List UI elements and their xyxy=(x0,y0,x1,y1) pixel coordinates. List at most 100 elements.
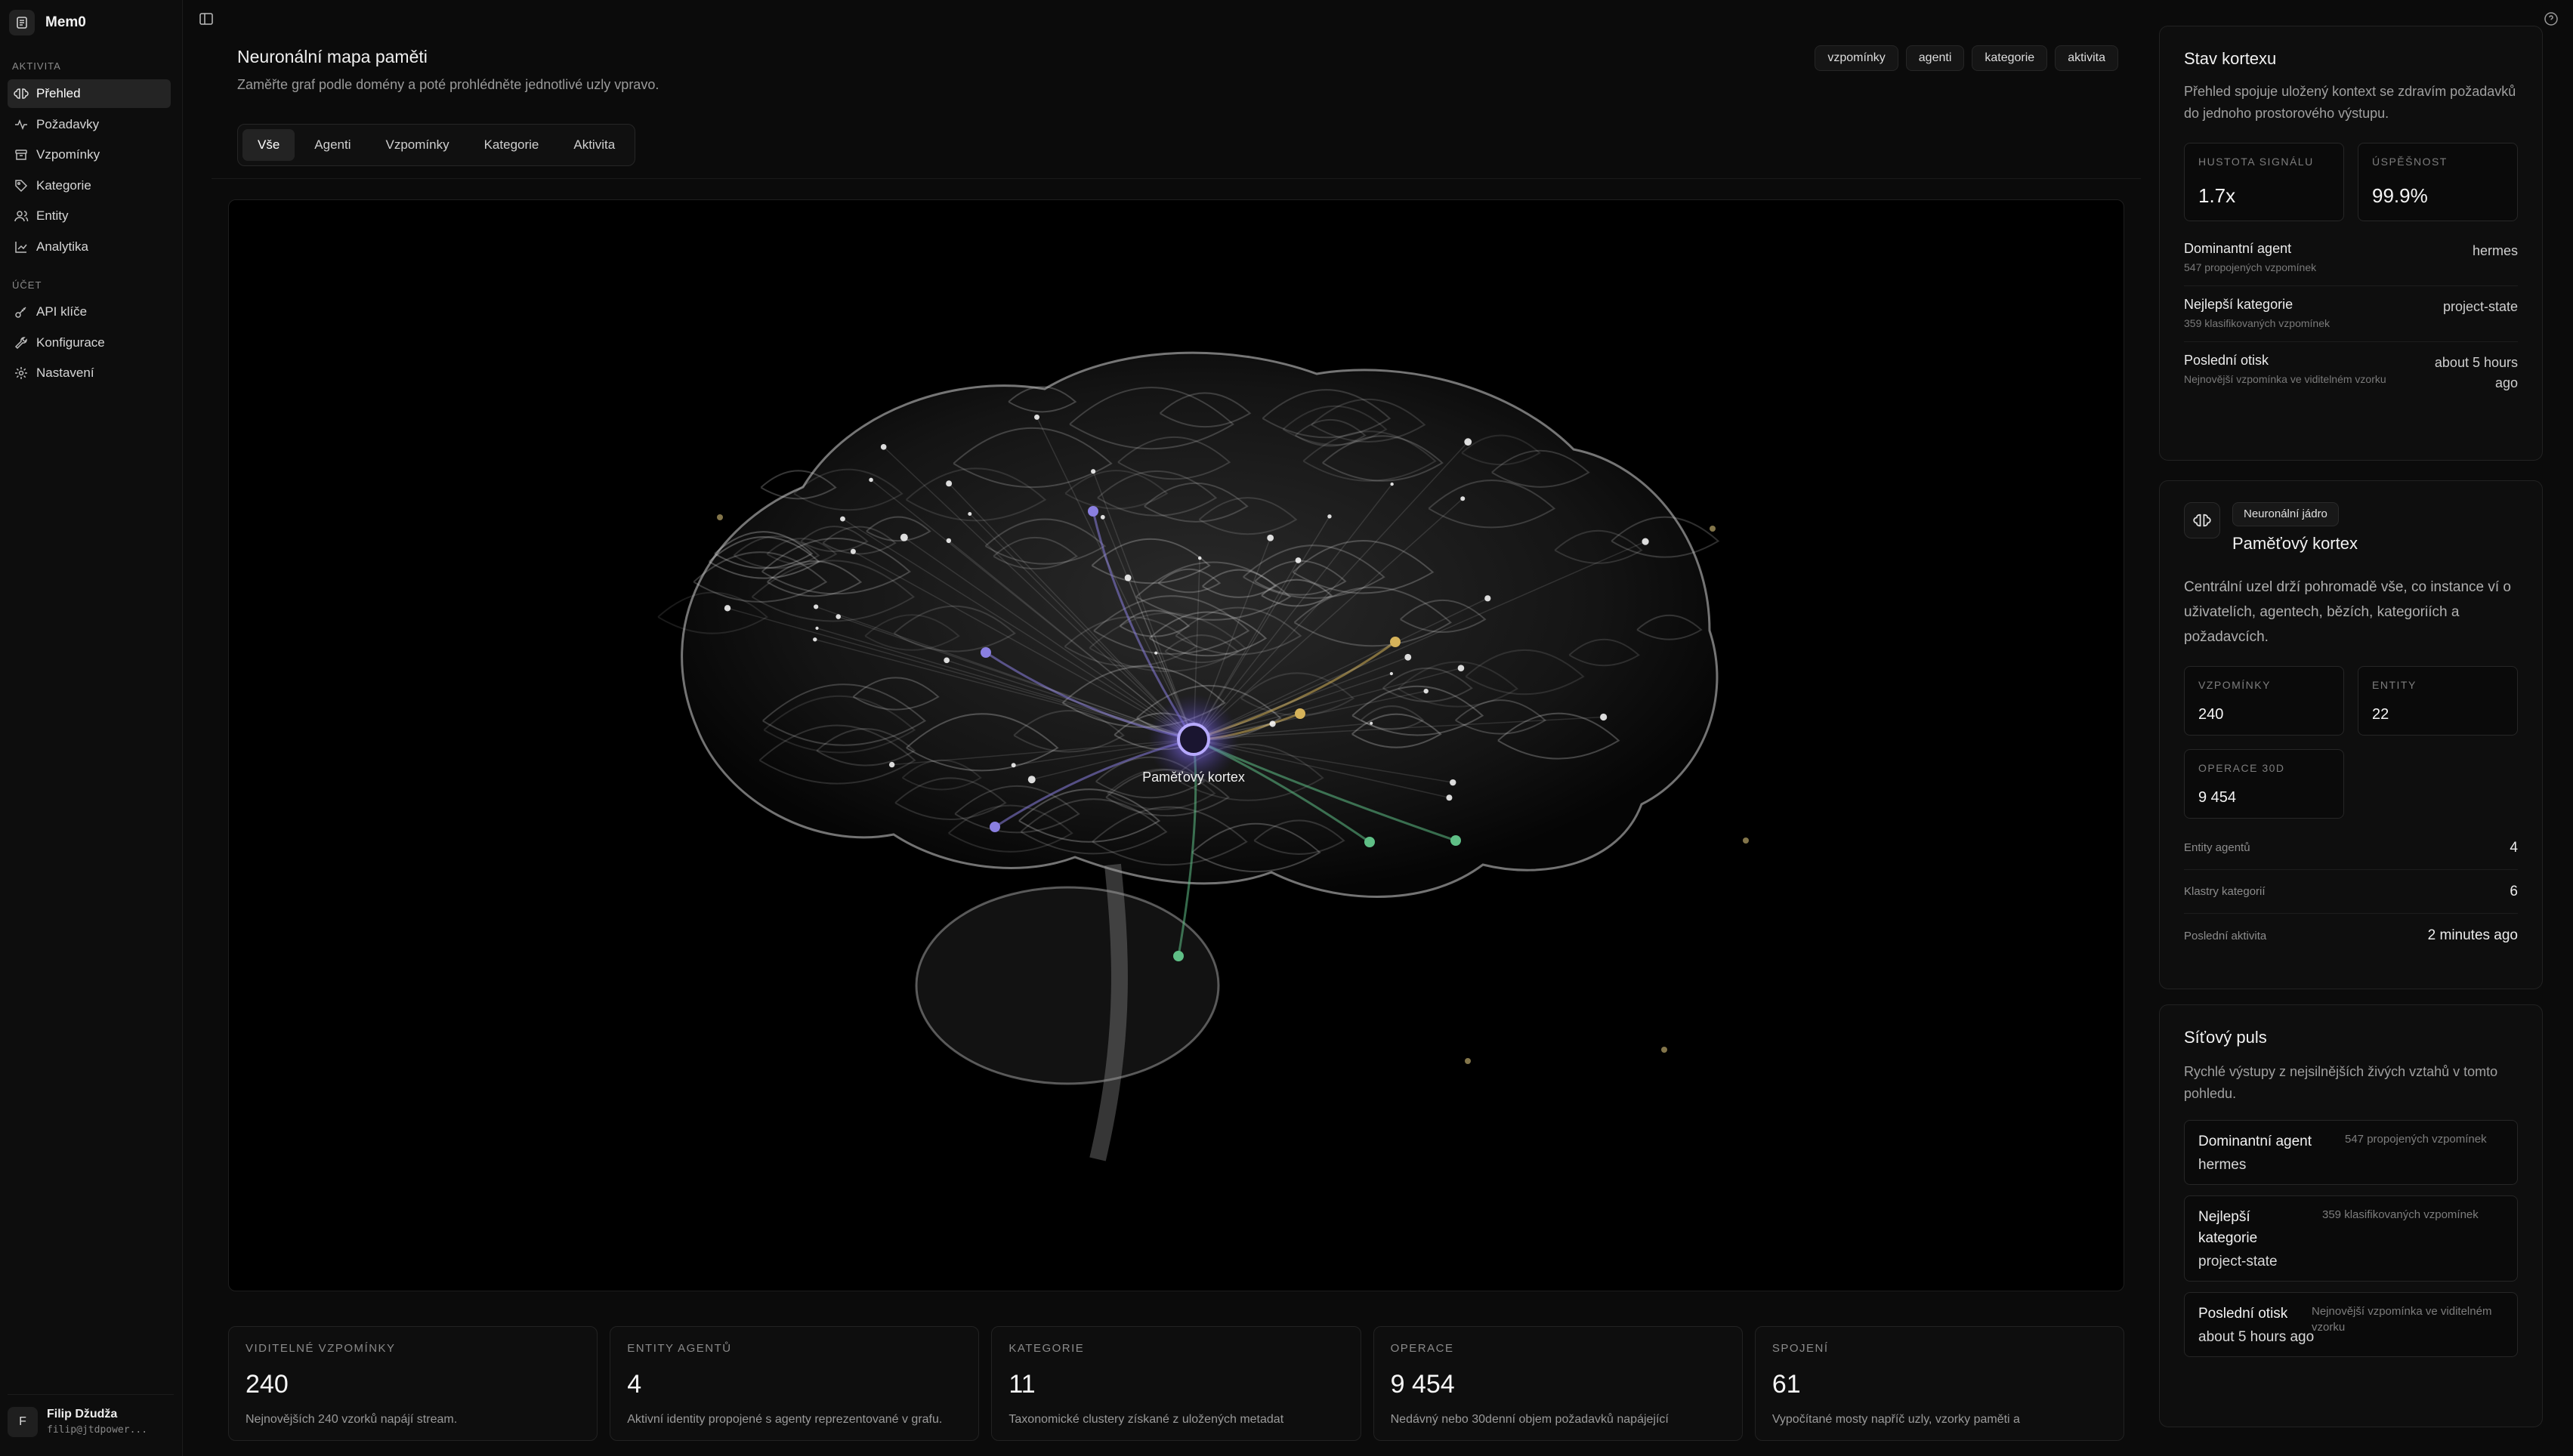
graph-node[interactable] xyxy=(1661,1047,1667,1053)
nav-account: API klíče Konfigurace Nastavení xyxy=(8,298,171,390)
graph-node[interactable] xyxy=(1423,688,1429,694)
graph-node[interactable] xyxy=(1295,708,1305,719)
brand[interactable]: Mem0 xyxy=(9,6,86,39)
stat-card-agent-entities: ENTITY AGENTŮ 4 Aktivní identity propoje… xyxy=(610,1326,980,1441)
graph-node[interactable] xyxy=(1465,1058,1471,1064)
graph-node[interactable] xyxy=(1450,835,1461,846)
graph-node[interactable] xyxy=(1100,514,1105,520)
sidebar-item-vzpominky[interactable]: Vzpomínky xyxy=(8,140,171,169)
graph-node[interactable] xyxy=(1464,438,1472,446)
pulse-item[interactable]: Nejlepší kategorie project-state 359 kla… xyxy=(2184,1195,2518,1282)
detail-key: Dominantní agent xyxy=(2184,241,2292,256)
graph-node[interactable] xyxy=(990,822,1000,832)
graph-node[interactable] xyxy=(869,477,873,483)
graph-node[interactable] xyxy=(1197,556,1202,560)
tab-categories[interactable]: Kategorie xyxy=(469,129,554,161)
chip-agents[interactable]: agenti xyxy=(1905,45,1965,71)
sidebar-item-pozadavky[interactable]: Požadavky xyxy=(8,110,171,139)
stat-value: 11 xyxy=(1009,1370,1036,1399)
legend-chips: vzpomínky agenti kategorie aktivita xyxy=(1815,45,2118,71)
sidebar-item-api-keys[interactable]: API klíče xyxy=(8,298,171,326)
graph-node[interactable] xyxy=(981,647,991,658)
graph-node[interactable] xyxy=(1027,776,1036,784)
pulse-item[interactable]: Dominantní agent hermes 547 propojených … xyxy=(2184,1120,2518,1185)
graph-node[interactable] xyxy=(1600,713,1608,721)
tab-activity[interactable]: Aktivita xyxy=(558,129,630,161)
brain-graph-canvas[interactable]: Paměťový kortex xyxy=(228,199,2124,1291)
graph-node[interactable] xyxy=(1295,557,1302,563)
row-key: Klastry kategorií xyxy=(2184,885,2266,898)
graph-node[interactable] xyxy=(1034,414,1040,420)
tab-all[interactable]: Vše xyxy=(242,129,295,161)
graph-node[interactable] xyxy=(1457,665,1465,671)
graph-node[interactable] xyxy=(814,604,819,609)
tab-agents[interactable]: Agenti xyxy=(299,129,366,161)
graph-node[interactable] xyxy=(836,614,842,619)
graph-node[interactable] xyxy=(1269,720,1276,727)
graph-node[interactable] xyxy=(724,605,731,612)
graph-node[interactable] xyxy=(1327,514,1332,519)
graph-node[interactable] xyxy=(717,514,723,520)
graph-node[interactable] xyxy=(1404,653,1412,661)
stat-value: 9 454 xyxy=(1390,1370,1455,1399)
graph-node[interactable] xyxy=(880,444,887,450)
sidebar-item-analytika[interactable]: Analytika xyxy=(8,233,171,261)
chip-activity[interactable]: aktivita xyxy=(2055,45,2118,71)
sidebar-item-prehled[interactable]: Přehled xyxy=(8,79,171,108)
pulse-item[interactable]: Poslední otisk about 5 hours ago Nejnově… xyxy=(2184,1292,2518,1357)
detail-sub: 359 klasifikovaných vzpomínek xyxy=(2184,317,2330,329)
graph-node[interactable] xyxy=(1124,574,1132,581)
graph-node[interactable] xyxy=(1011,763,1016,768)
sidebar-item-kategorie[interactable]: Kategorie xyxy=(8,171,171,200)
graph-node[interactable] xyxy=(1743,838,1749,844)
graph-node[interactable] xyxy=(1267,534,1274,541)
graph-node[interactable] xyxy=(1710,526,1716,532)
core-node-label: Paměťový kortex xyxy=(1142,770,1245,785)
graph-node[interactable] xyxy=(944,657,950,664)
graph-node[interactable] xyxy=(815,626,819,630)
graph-node[interactable] xyxy=(850,548,856,554)
chip-memories[interactable]: vzpomínky xyxy=(1815,45,1898,71)
graph-node[interactable] xyxy=(1642,538,1649,545)
core-details: Entity agentů 4 Klastry kategorií 6 Posl… xyxy=(2184,826,2518,958)
graph-node[interactable] xyxy=(1088,506,1098,517)
sidebar-item-konfigurace[interactable]: Konfigurace xyxy=(8,329,171,357)
tab-memories[interactable]: Vzpomínky xyxy=(371,129,465,161)
graph-node[interactable] xyxy=(1390,637,1401,647)
core-node[interactable] xyxy=(1177,723,1210,756)
graph-node[interactable] xyxy=(1460,496,1466,501)
user-profile[interactable]: F Filip Džudža filip@jtdpower... xyxy=(8,1394,174,1439)
graph-node[interactable] xyxy=(1390,482,1394,486)
brain-graph-svg[interactable]: Paměťový kortex xyxy=(229,200,2124,1291)
graph-node[interactable] xyxy=(888,761,895,768)
graph-node[interactable] xyxy=(813,637,817,642)
graph-node[interactable] xyxy=(968,512,972,517)
sidebar-item-entity[interactable]: Entity xyxy=(8,202,171,230)
graph-node[interactable] xyxy=(1364,837,1375,847)
row-key: Poslední aktivita xyxy=(2184,929,2267,942)
sidebar-item-nastaveni[interactable]: Nastavení xyxy=(8,359,171,387)
graph-node[interactable] xyxy=(1370,721,1373,725)
graph-node[interactable] xyxy=(1173,951,1184,961)
graph-node[interactable] xyxy=(1484,595,1491,602)
help-button[interactable] xyxy=(2540,8,2562,30)
graph-node[interactable] xyxy=(840,516,845,522)
graph-node[interactable] xyxy=(1450,779,1456,786)
graph-node[interactable] xyxy=(1091,469,1096,474)
cortex-metrics: HUSTOTA SIGNÁLU 1.7x ÚSPĚŠNOST 99.9% xyxy=(2184,143,2518,221)
domain-tabs: Vše Agenti Vzpomínky Kategorie Aktivita xyxy=(237,124,636,166)
app-name: Mem0 xyxy=(45,14,86,30)
graph-node[interactable] xyxy=(946,480,953,487)
graph-node[interactable] xyxy=(900,533,908,541)
chip-categories[interactable]: kategorie xyxy=(1972,45,2048,71)
metric-label: VZPOMÍNKY xyxy=(2198,679,2271,691)
core-badge: Neuronální jádro xyxy=(2232,502,2339,526)
core-node-card: Neuronální jádro Paměťový kortex Centrál… xyxy=(2159,480,2543,989)
brain-icon xyxy=(14,88,29,99)
graph-node[interactable] xyxy=(946,538,952,544)
sidebar-toggle-button[interactable] xyxy=(195,8,218,30)
graph-node[interactable] xyxy=(1446,794,1453,801)
graph-node[interactable] xyxy=(1389,671,1393,676)
graph-node[interactable] xyxy=(1154,651,1158,655)
sidebar-item-label: API klíče xyxy=(36,304,88,319)
